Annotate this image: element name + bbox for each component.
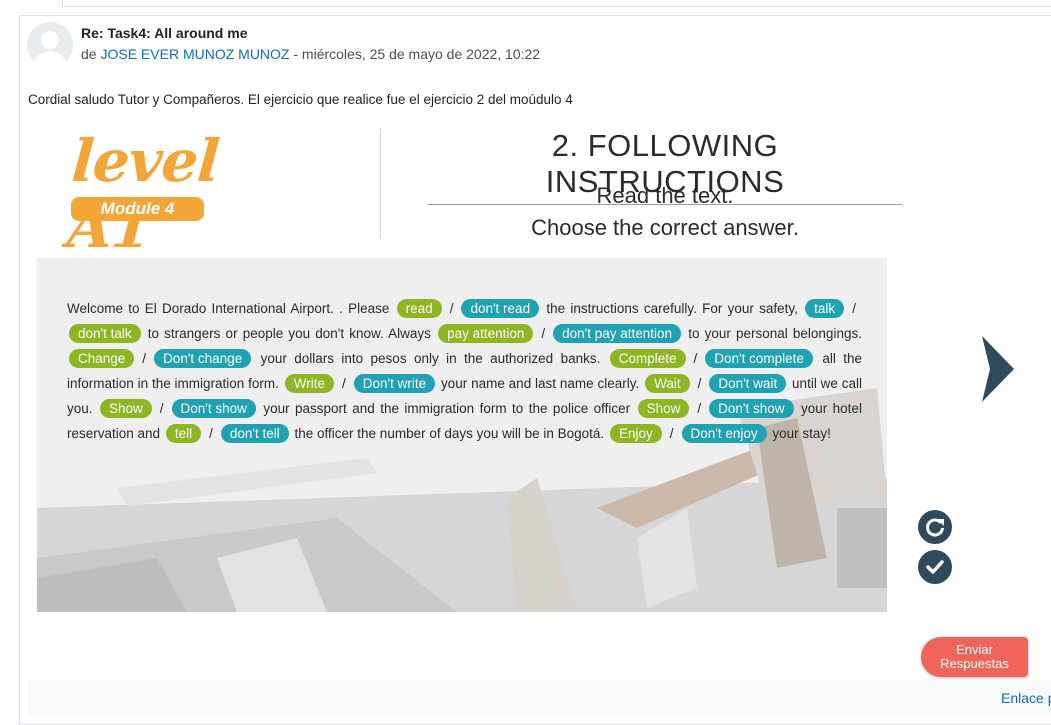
text-segment: to your personal belongings.: [688, 326, 862, 341]
option-dont-change[interactable]: Don't change: [154, 349, 252, 368]
previous-post-edge: [62, 0, 1051, 7]
slash: /: [159, 401, 164, 416]
option-change[interactable]: Change: [69, 349, 135, 368]
option-dont-complete[interactable]: Don't complete: [705, 349, 813, 368]
interactive-activity: level A1 Module 4 2. FOLLOWING INSTRUCTI…: [37, 122, 1027, 617]
permalink-link[interactable]: Enlace p: [1001, 690, 1051, 706]
post-title: Re: Task4: All around me: [81, 25, 248, 41]
option-pay-attention[interactable]: pay attention: [438, 324, 534, 343]
option-show[interactable]: Show: [99, 399, 152, 418]
text-segment: Welcome to El Dorado International Airpo…: [67, 301, 390, 316]
option-dont-pay-attention[interactable]: don't pay attention: [553, 324, 682, 343]
post-meta: de JOSE EVER MUNOZ MUNOZ - miércoles, 25…: [81, 46, 540, 62]
option-read[interactable]: read: [396, 299, 442, 318]
meta-prefix: de: [81, 46, 101, 62]
slash: /: [669, 426, 674, 441]
submit-answers-button[interactable]: Enviar Respuestas: [921, 637, 1028, 677]
slash: /: [693, 351, 698, 366]
avatar-head-icon: [41, 31, 59, 49]
option-write[interactable]: Write: [284, 374, 335, 393]
slash: /: [142, 351, 147, 366]
text-segment: to strangers or people you don't know. A…: [147, 326, 431, 341]
avatar[interactable]: [27, 22, 73, 68]
slash: /: [541, 326, 546, 341]
exercise-text: Welcome to El Dorado International Airpo…: [67, 296, 862, 446]
slash: /: [852, 301, 856, 316]
exercise-panel: Welcome to El Dorado International Airpo…: [37, 258, 887, 612]
text-segment: your dollars into pesos only in the auth…: [260, 351, 601, 366]
option-show-2[interactable]: Show: [637, 399, 690, 418]
post-footer: [28, 680, 1051, 715]
post-body: Cordial saludo Tutor y Compañeros. El ej…: [28, 92, 573, 107]
text-segment: your stay!: [772, 426, 831, 441]
option-dont-enjoy[interactable]: Don't enjoy: [681, 424, 767, 443]
option-wait[interactable]: Wait: [645, 374, 690, 393]
avatar-body-icon: [33, 51, 67, 68]
chevron-right-icon[interactable]: [980, 336, 1016, 402]
option-talk[interactable]: talk: [805, 299, 845, 318]
check-glyph-icon: [926, 560, 944, 574]
slash: /: [449, 301, 454, 316]
module-badge: Module 4: [71, 197, 204, 221]
option-dont-wait[interactable]: Don't wait: [709, 374, 787, 393]
slash: /: [697, 376, 702, 391]
level-logo: level A1: [65, 127, 221, 261]
activity-instructions: Read the text. Choose the correct answer…: [428, 180, 902, 244]
slash: /: [697, 401, 702, 416]
meta-date: - miércoles, 25 de mayo de 2022, 10:22: [289, 46, 541, 62]
option-dont-read[interactable]: don't read: [461, 299, 540, 318]
option-dont-talk[interactable]: don't talk: [69, 324, 141, 343]
slash: /: [209, 426, 213, 441]
option-dont-write[interactable]: Don't write: [353, 374, 436, 393]
header-divider: [380, 128, 381, 238]
check-icon[interactable]: [918, 550, 952, 584]
option-dont-tell[interactable]: don't tell: [220, 424, 289, 443]
instruction-line-2: Choose the correct answer.: [531, 215, 799, 240]
author-link[interactable]: JOSE EVER MUNOZ MUNOZ: [100, 46, 289, 62]
option-dont-show[interactable]: Don't show: [171, 399, 256, 418]
option-dont-show-2[interactable]: Don't show: [709, 399, 794, 418]
text-segment: the instructions carefully. For your saf…: [546, 301, 798, 316]
refresh-glyph-icon: [926, 518, 944, 537]
option-tell[interactable]: tell: [165, 424, 202, 443]
text-segment: your passport and the immigration form t…: [263, 401, 631, 416]
text-segment: your name and last name clearly.: [440, 376, 640, 391]
option-complete[interactable]: Complete: [609, 349, 686, 368]
instruction-line-1: Read the text.: [596, 183, 734, 208]
text-segment: the officer the number of days you will …: [294, 426, 605, 441]
refresh-icon[interactable]: [918, 510, 952, 544]
option-enjoy[interactable]: Enjoy: [609, 424, 662, 443]
slash: /: [342, 376, 346, 391]
